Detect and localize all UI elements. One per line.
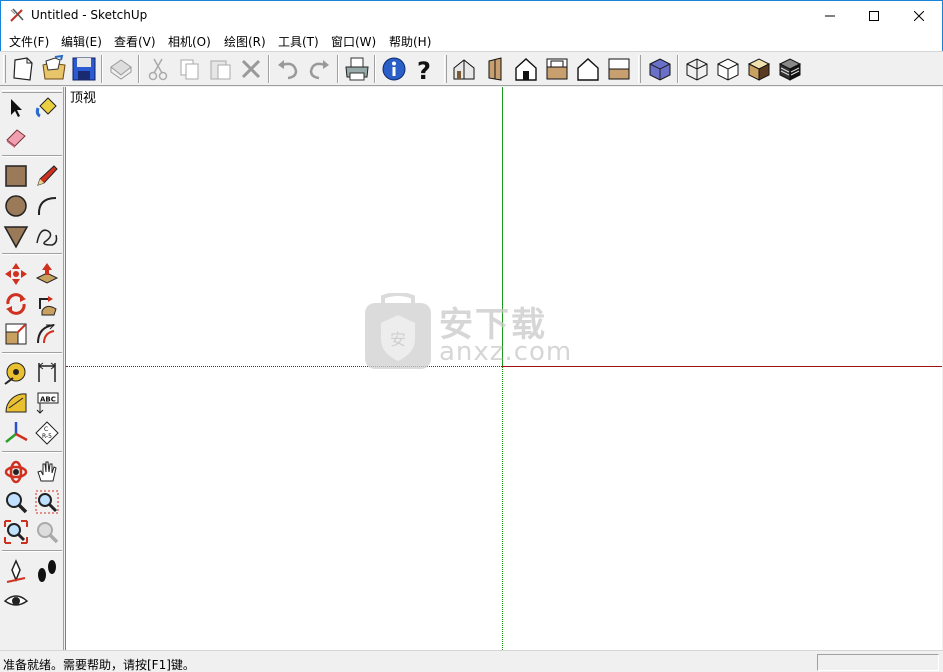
rectangle-icon[interactable] xyxy=(3,163,29,189)
offset-icon[interactable] xyxy=(34,321,60,347)
help-icon[interactable]: ? xyxy=(411,55,439,85)
new-icon[interactable] xyxy=(9,55,37,83)
measurements-box[interactable] xyxy=(817,654,939,671)
svg-text:ABC: ABC xyxy=(40,396,56,404)
left-view-icon[interactable] xyxy=(605,55,633,83)
toolbar-grip[interactable] xyxy=(3,55,6,83)
push-pull-icon[interactable] xyxy=(34,261,60,287)
xray-icon[interactable] xyxy=(646,55,674,83)
title-bar: Untitled - SketchUp xyxy=(0,0,943,30)
wireframe-icon[interactable] xyxy=(683,55,711,83)
drawing-canvas[interactable]: 顶视 安 安下载 anxz.com xyxy=(65,87,942,650)
model-info-icon[interactable] xyxy=(380,55,408,83)
text-icon[interactable]: ABC xyxy=(34,390,60,416)
menu-window[interactable]: 窗口(W) xyxy=(331,33,376,50)
paint-bucket-icon[interactable] xyxy=(34,94,60,120)
hidden-line-icon[interactable] xyxy=(714,55,742,83)
watermark-shield-icon: 安 xyxy=(365,292,431,369)
view-name-label: 顶视 xyxy=(70,91,97,106)
paste-icon[interactable] xyxy=(206,55,234,83)
redo-icon[interactable] xyxy=(305,55,333,83)
copy-icon[interactable] xyxy=(175,55,203,83)
print-icon[interactable] xyxy=(343,55,371,83)
previous-view-icon[interactable] xyxy=(34,519,60,545)
watermark-subtext: anxz.com xyxy=(439,337,573,367)
make-component-icon[interactable] xyxy=(107,55,135,83)
protractor-icon[interactable] xyxy=(3,390,29,416)
menu-camera[interactable]: 相机(O) xyxy=(168,33,211,50)
menu-help[interactable]: 帮助(H) xyxy=(389,33,431,50)
close-button[interactable] xyxy=(896,1,942,30)
maximize-button[interactable] xyxy=(851,1,897,30)
zoom-extents-icon[interactable] xyxy=(3,519,29,545)
iso-view-icon[interactable] xyxy=(450,55,478,83)
sketchup-app-icon xyxy=(9,7,25,23)
undo-icon[interactable] xyxy=(274,55,302,83)
circle-icon[interactable] xyxy=(3,193,29,219)
back-view-icon[interactable] xyxy=(574,55,602,83)
status-message: 准备就绪。需要帮助，请按[F1]键。 xyxy=(3,658,195,672)
left-toolbar: ABC C R-5 xyxy=(0,87,64,650)
freehand-icon[interactable] xyxy=(34,223,60,249)
move-icon[interactable] xyxy=(3,261,29,287)
arc-icon[interactable] xyxy=(34,193,60,219)
shaded-texture-icon[interactable] xyxy=(776,55,804,83)
look-around-icon[interactable] xyxy=(3,588,29,614)
pan-icon[interactable] xyxy=(34,459,60,485)
menu-draw[interactable]: 绘图(R) xyxy=(224,33,266,50)
window-title: Untitled - SketchUp xyxy=(31,8,148,22)
save-icon[interactable] xyxy=(70,55,98,83)
zoom-icon[interactable] xyxy=(3,489,29,515)
polygon-icon[interactable] xyxy=(3,223,29,249)
minimize-icon xyxy=(825,15,835,16)
menu-file[interactable]: 文件(F) xyxy=(9,33,49,50)
svg-text:?: ? xyxy=(417,57,431,83)
watermark: 安 安下载 anxz.com xyxy=(363,292,583,373)
top-view-icon[interactable] xyxy=(512,55,540,83)
svg-text:R-5: R-5 xyxy=(42,433,52,440)
erase-icon[interactable] xyxy=(237,55,265,83)
rotate-icon[interactable] xyxy=(3,291,29,317)
axes-icon[interactable] xyxy=(3,420,29,446)
position-camera-icon[interactable] xyxy=(3,558,29,584)
green-axis-dotted xyxy=(502,367,503,650)
right-view-icon[interactable] xyxy=(543,55,571,83)
svg-text:C: C xyxy=(44,426,48,433)
pencil-icon[interactable] xyxy=(34,163,60,189)
select-icon[interactable] xyxy=(3,95,29,121)
shaded-icon[interactable] xyxy=(745,55,773,83)
scale-icon[interactable] xyxy=(3,321,29,347)
open-icon[interactable] xyxy=(40,54,68,83)
cut-icon[interactable] xyxy=(144,55,172,83)
menu-edit[interactable]: 编辑(E) xyxy=(61,33,102,50)
tape-measure-icon[interactable] xyxy=(3,360,29,386)
menu-tools[interactable]: 工具(T) xyxy=(278,33,319,50)
status-bar: 准备就绪。需要帮助，请按[F1]键。 xyxy=(0,650,943,672)
maximize-icon xyxy=(869,10,879,21)
3d-text-icon[interactable]: C R-5 xyxy=(34,420,60,446)
close-icon xyxy=(914,10,924,21)
menu-view[interactable]: 查看(V) xyxy=(114,33,156,50)
svg-text:安: 安 xyxy=(390,330,406,349)
walk-icon[interactable] xyxy=(34,558,60,584)
follow-me-icon[interactable] xyxy=(34,291,60,317)
zoom-window-icon[interactable] xyxy=(34,489,60,515)
orbit-icon[interactable] xyxy=(3,459,29,485)
main-toolbar: ? xyxy=(0,51,943,86)
front-view-icon[interactable] xyxy=(481,55,509,83)
menu-bar: 文件(F) 编辑(E) 查看(V) 相机(O) 绘图(R) 工具(T) 窗口(W… xyxy=(0,30,943,51)
dimension-icon[interactable] xyxy=(34,360,60,386)
eraser-icon[interactable] xyxy=(3,124,29,150)
minimize-button[interactable] xyxy=(807,1,853,30)
